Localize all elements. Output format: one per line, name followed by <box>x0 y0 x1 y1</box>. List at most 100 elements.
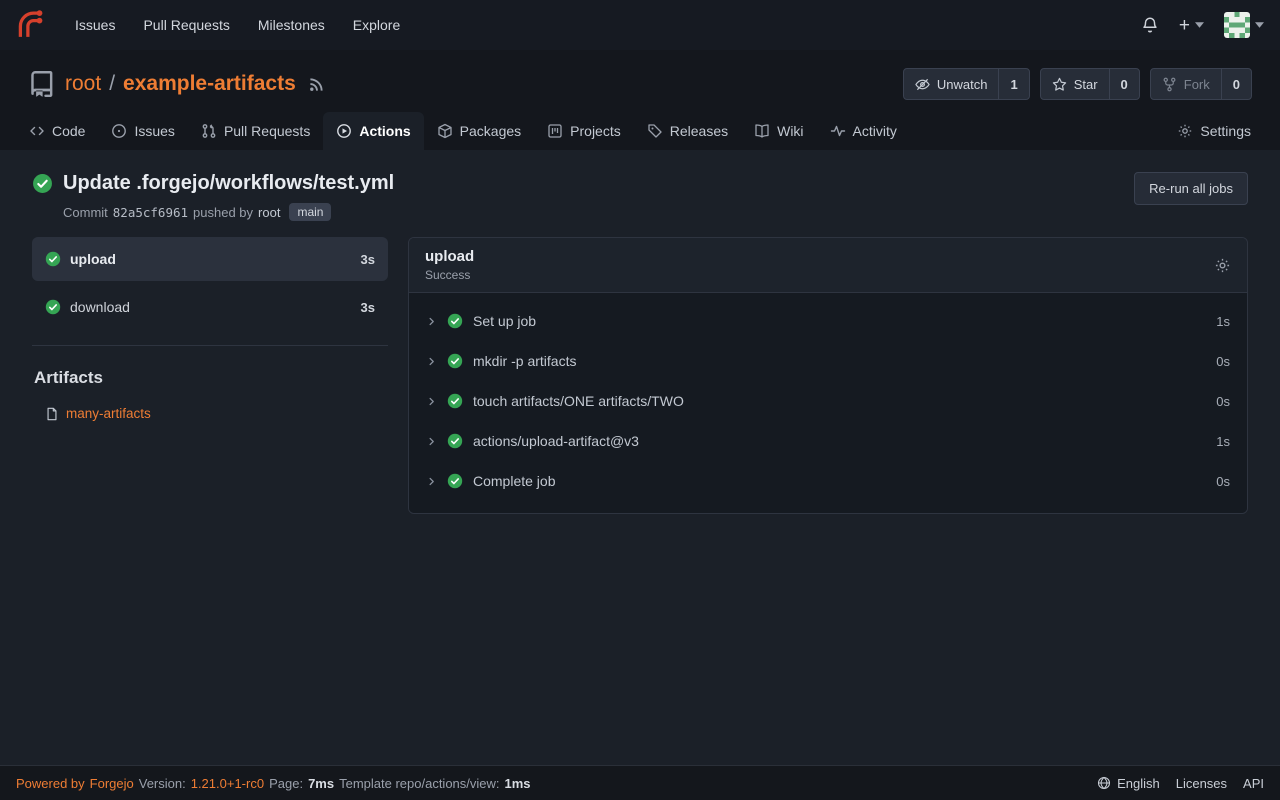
fork-icon <box>1162 77 1177 92</box>
unwatch-button[interactable]: Unwatch <box>904 69 999 99</box>
tab-projects-label: Projects <box>570 123 621 139</box>
version-label: Version: <box>139 776 186 791</box>
file-icon <box>45 407 59 421</box>
repo-owner-link[interactable]: root <box>65 72 101 96</box>
api-link[interactable]: API <box>1243 776 1264 791</box>
steps-list: Set up job 1s mkdir -p artifacts 0s <box>409 293 1247 513</box>
pusher-link[interactable]: root <box>258 205 280 220</box>
tab-releases[interactable]: Releases <box>634 112 741 150</box>
fork-button[interactable]: Fork <box>1151 69 1221 99</box>
job-row-download[interactable]: download 3s <box>32 285 388 329</box>
step-label: Complete job <box>473 473 556 489</box>
rss-icon[interactable] <box>309 77 324 92</box>
job-options-gear-icon[interactable] <box>1214 257 1231 274</box>
step-row[interactable]: actions/upload-artifact@v3 1s <box>409 421 1247 461</box>
page-time-label: Page: <box>269 776 303 791</box>
tab-projects[interactable]: Projects <box>534 112 634 150</box>
gear-icon <box>1177 123 1193 139</box>
tab-code[interactable]: Code <box>16 112 98 150</box>
success-check-icon <box>45 299 61 315</box>
success-check-icon <box>447 393 463 409</box>
forks-count[interactable]: 0 <box>1221 69 1251 99</box>
step-row[interactable]: touch artifacts/ONE artifacts/TWO 0s <box>409 381 1247 421</box>
tab-actions[interactable]: Actions <box>323 112 423 150</box>
repo-separator: / <box>109 72 115 96</box>
forgejo-brand-link[interactable]: Forgejo <box>90 776 134 791</box>
commit-sha-link[interactable]: 82a5cf6961 <box>113 205 188 220</box>
job-name: upload <box>70 251 116 267</box>
branch-badge[interactable]: main <box>289 203 331 221</box>
job-name: download <box>70 299 130 315</box>
user-menu-dropdown[interactable] <box>1224 12 1264 38</box>
tab-activity[interactable]: Activity <box>817 112 910 150</box>
step-row[interactable]: Complete job 0s <box>409 461 1247 501</box>
tab-pull-requests-label: Pull Requests <box>224 123 310 139</box>
repo-title: root / example-artifacts <box>65 72 296 96</box>
watchers-count[interactable]: 1 <box>998 69 1028 99</box>
template-time-label: Template repo/actions/view: <box>339 776 499 791</box>
chevron-right-icon <box>426 356 437 367</box>
commit-label: Commit <box>63 205 108 220</box>
run-header: Update .forgejo/workflows/test.yml Commi… <box>0 150 1280 237</box>
stars-count[interactable]: 0 <box>1109 69 1139 99</box>
tab-issues[interactable]: Issues <box>98 112 187 150</box>
watch-button-group: Unwatch 1 <box>903 68 1030 100</box>
star-button[interactable]: Star <box>1041 69 1109 99</box>
step-row[interactable]: mkdir -p artifacts 0s <box>409 341 1247 381</box>
version-value-link[interactable]: 1.21.0+1-rc0 <box>191 776 264 791</box>
step-duration: 1s <box>1216 434 1230 449</box>
forgejo-logo[interactable] <box>16 10 46 40</box>
page-time-value: 7ms <box>308 776 334 791</box>
bell-icon <box>1141 16 1159 34</box>
step-label: mkdir -p artifacts <box>473 353 576 369</box>
language-label: English <box>1117 776 1160 791</box>
job-detail-titles: upload Success <box>425 248 474 282</box>
plus-icon: + <box>1179 16 1190 35</box>
language-selector[interactable]: English <box>1097 776 1160 791</box>
tab-wiki[interactable]: Wiki <box>741 112 816 150</box>
step-label: Set up job <box>473 313 536 329</box>
chevron-right-icon <box>426 476 437 487</box>
code-icon <box>29 123 45 139</box>
success-check-icon <box>32 173 53 194</box>
step-row[interactable]: Set up job 1s <box>409 301 1247 341</box>
project-board-icon <box>547 123 563 139</box>
unwatch-label: Unwatch <box>937 77 988 92</box>
powered-by-link[interactable]: Powered by <box>16 776 85 791</box>
actions-run-view: Update .forgejo/workflows/test.yml Commi… <box>0 150 1280 765</box>
success-check-icon <box>447 353 463 369</box>
repo-action-buttons: Unwatch 1 Star 0 <box>903 68 1252 100</box>
job-duration: 3s <box>361 300 375 315</box>
footer-right: English Licenses API <box>1097 776 1264 791</box>
notifications-bell-button[interactable] <box>1141 16 1159 34</box>
nav-item-issues[interactable]: Issues <box>62 9 128 41</box>
job-detail-header: upload Success <box>409 238 1247 293</box>
tab-actions-label: Actions <box>359 123 410 139</box>
run-title-row: Update .forgejo/workflows/test.yml <box>32 172 394 195</box>
nav-item-explore[interactable]: Explore <box>340 9 413 41</box>
artifact-download-link[interactable]: many-artifacts <box>66 406 151 421</box>
nav-item-pull-requests[interactable]: Pull Requests <box>130 9 242 41</box>
run-commit-line: Commit 82a5cf6961 pushed by root main <box>63 203 394 221</box>
tab-packages[interactable]: Packages <box>424 112 534 150</box>
rerun-all-jobs-button[interactable]: Re-run all jobs <box>1134 172 1248 205</box>
nav-item-milestones[interactable]: Milestones <box>245 9 338 41</box>
tab-pull-requests[interactable]: Pull Requests <box>188 112 323 150</box>
repo-name-link[interactable]: example-artifacts <box>123 72 296 96</box>
tab-code-label: Code <box>52 123 85 139</box>
tag-icon <box>647 123 663 139</box>
licenses-link[interactable]: Licenses <box>1176 776 1227 791</box>
avatar <box>1224 12 1250 38</box>
step-duration: 0s <box>1216 394 1230 409</box>
artifact-item: many-artifacts <box>32 406 388 421</box>
step-duration: 0s <box>1216 354 1230 369</box>
tab-issues-label: Issues <box>134 123 174 139</box>
tab-settings[interactable]: Settings <box>1164 112 1264 150</box>
job-detail-name: upload <box>425 248 474 265</box>
pulse-icon <box>830 123 846 139</box>
step-label: touch artifacts/ONE artifacts/TWO <box>473 393 684 409</box>
sidebar-divider <box>32 345 388 346</box>
job-row-upload[interactable]: upload 3s <box>32 237 388 281</box>
repo-header: root / example-artifacts <box>0 50 1280 100</box>
create-new-dropdown[interactable]: + <box>1179 16 1204 35</box>
